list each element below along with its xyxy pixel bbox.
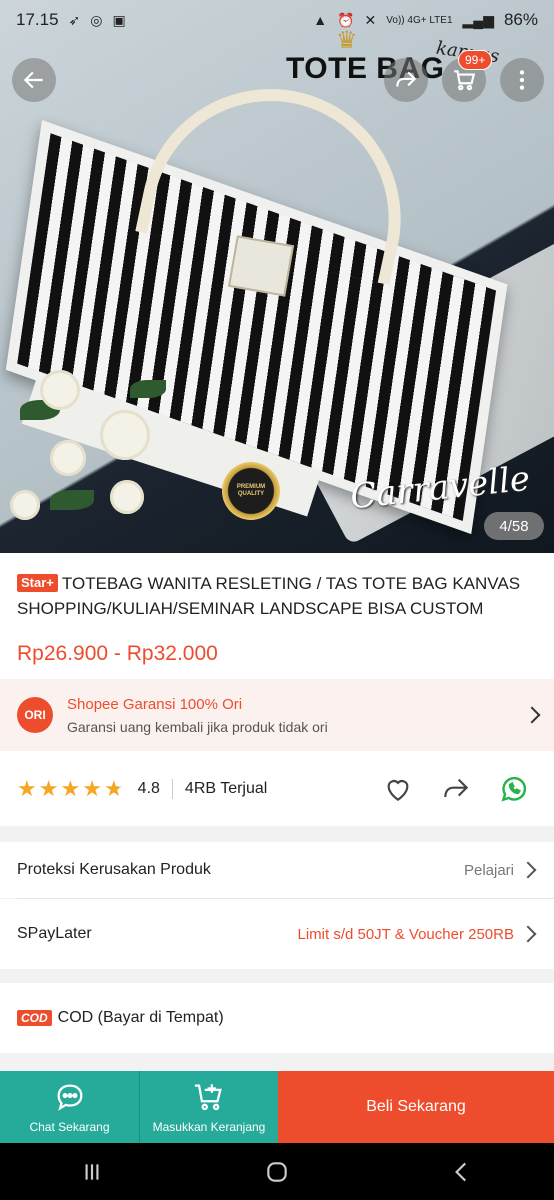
status-bar: 17.15 ➶ ◎ ▣ ▲ ⏰ ✕ Vo)) 4G+ LTE1 ▂▄▆ 86% <box>0 0 554 40</box>
product-price: Rp26.900 - Rp32.000 <box>17 642 218 665</box>
chat-bubble-icon <box>57 1084 82 1111</box>
back-nav-icon[interactable] <box>449 1159 475 1185</box>
garansi-banner[interactable]: ORI Shopee Garansi 100% Ori Garansi uang… <box>0 679 554 751</box>
chevron-right-icon <box>519 861 537 879</box>
garansi-title: Shopee Garansi 100% Ori <box>67 695 243 713</box>
protection-label: Proteksi Kerusakan Produk <box>17 861 211 878</box>
recent-apps-icon[interactable] <box>79 1159 105 1185</box>
cod-icon: COD <box>17 1010 52 1026</box>
alarm-icon: ⏰ <box>337 11 355 28</box>
star-icon: ★ <box>82 775 102 801</box>
heart-icon[interactable] <box>382 773 414 805</box>
protection-action: Pelajari <box>463 861 514 879</box>
chevron-right-icon <box>519 925 537 943</box>
home-icon[interactable] <box>264 1159 290 1185</box>
cod-label: COD (Bayar di Tempat) <box>57 1009 224 1026</box>
share-arrow-icon <box>396 71 417 87</box>
battery-saver-icon: ▲ <box>313 12 328 28</box>
star-icon: ★ <box>17 775 37 801</box>
protection-row[interactable]: Proteksi Kerusakan Produk Pelajari <box>0 842 554 898</box>
cod-row[interactable]: COD COD (Bayar di Tempat) <box>0 983 554 1053</box>
paylater-label: SPayLater <box>17 925 92 942</box>
bird-icon: ➶ <box>68 11 81 28</box>
more-vertical-icon <box>519 70 525 90</box>
back-button[interactable] <box>12 58 56 102</box>
chevron-right-icon <box>523 706 541 724</box>
action-icons <box>382 773 530 805</box>
rating-stars[interactable]: ★ ★ ★ ★ ★ <box>17 776 124 802</box>
image-counter: 4/58 <box>484 512 544 540</box>
share-button[interactable] <box>384 58 428 102</box>
star-plus-badge: Star+ <box>17 574 58 592</box>
system-nav-bar <box>0 1143 554 1200</box>
product-image[interactable]: PREMIUM QUALITY Carravelle ♛ TOTE BAG ka… <box>0 0 554 553</box>
status-time: 17.15 <box>16 10 59 29</box>
battery-level: 86% <box>503 10 538 29</box>
network-label: Vo)) 4G+ LTE1 <box>386 14 453 26</box>
mute-icon: ✕ <box>364 11 377 28</box>
cart-add-icon <box>194 1084 222 1111</box>
bottom-action-bar: Chat Sekarang Masukkan Keranjang Beli Se… <box>0 1071 554 1143</box>
buy-label: Beli Sekarang <box>366 1098 466 1115</box>
paylater-row[interactable]: SPayLater Limit s/d 50JT & Voucher 250RB <box>0 899 554 969</box>
gallery-icon: ▣ <box>112 11 126 28</box>
cart-count-badge: 99+ <box>458 50 493 70</box>
sold-count: 4RB Terjual <box>184 779 268 797</box>
premium-quality-badge: PREMIUM QUALITY <box>222 462 280 520</box>
product-title: Star+ TOTEBAG WANITA RESLETING / TAS TOTE… <box>17 571 537 621</box>
paylater-value: Limit s/d 50JT & Voucher 250RB <box>297 925 514 943</box>
chat-label: Chat Sekarang <box>29 1120 110 1134</box>
image-bag-label <box>227 235 295 297</box>
star-icon: ★ <box>60 775 81 801</box>
more-button[interactable] <box>500 58 544 102</box>
whatsapp-icon[interactable] <box>498 773 530 805</box>
share-icon[interactable] <box>440 773 472 805</box>
buy-now-button[interactable]: Beli Sekarang <box>278 1071 554 1143</box>
star-half-icon: ★ <box>103 775 124 801</box>
chat-button[interactable]: Chat Sekarang <box>0 1071 139 1143</box>
signal-icon: ▂▄▆ <box>462 11 494 28</box>
rating-row: ★ ★ ★ ★ ★ 4.8 4RB Terjual <box>0 751 554 826</box>
garansi-subtitle: Garansi uang kembali jika produk tidak o… <box>67 718 328 735</box>
cart-icon <box>454 70 476 91</box>
divider <box>171 778 173 799</box>
star-icon: ★ <box>38 775 59 801</box>
arrow-left-icon <box>23 71 43 89</box>
chrome-icon: ◎ <box>90 11 103 28</box>
ori-badge-icon: ORI <box>17 697 53 733</box>
cart-label: Masukkan Keranjang <box>152 1120 266 1134</box>
product-details: Star+ TOTEBAG WANITA RESLETING / TAS TOTE… <box>0 553 554 1071</box>
image-flowers <box>10 340 180 540</box>
rating-value: 4.8 <box>137 779 160 797</box>
product-info-section: Star+ TOTEBAG WANITA RESLETING / TAS TOTE… <box>0 553 554 826</box>
cart-button[interactable]: 99+ <box>442 50 493 102</box>
add-to-cart-button[interactable]: Masukkan Keranjang <box>139 1071 278 1143</box>
product-title-text: TOTEBAG WANITA RESLETING / TAS TOTE BAG … <box>17 574 521 618</box>
